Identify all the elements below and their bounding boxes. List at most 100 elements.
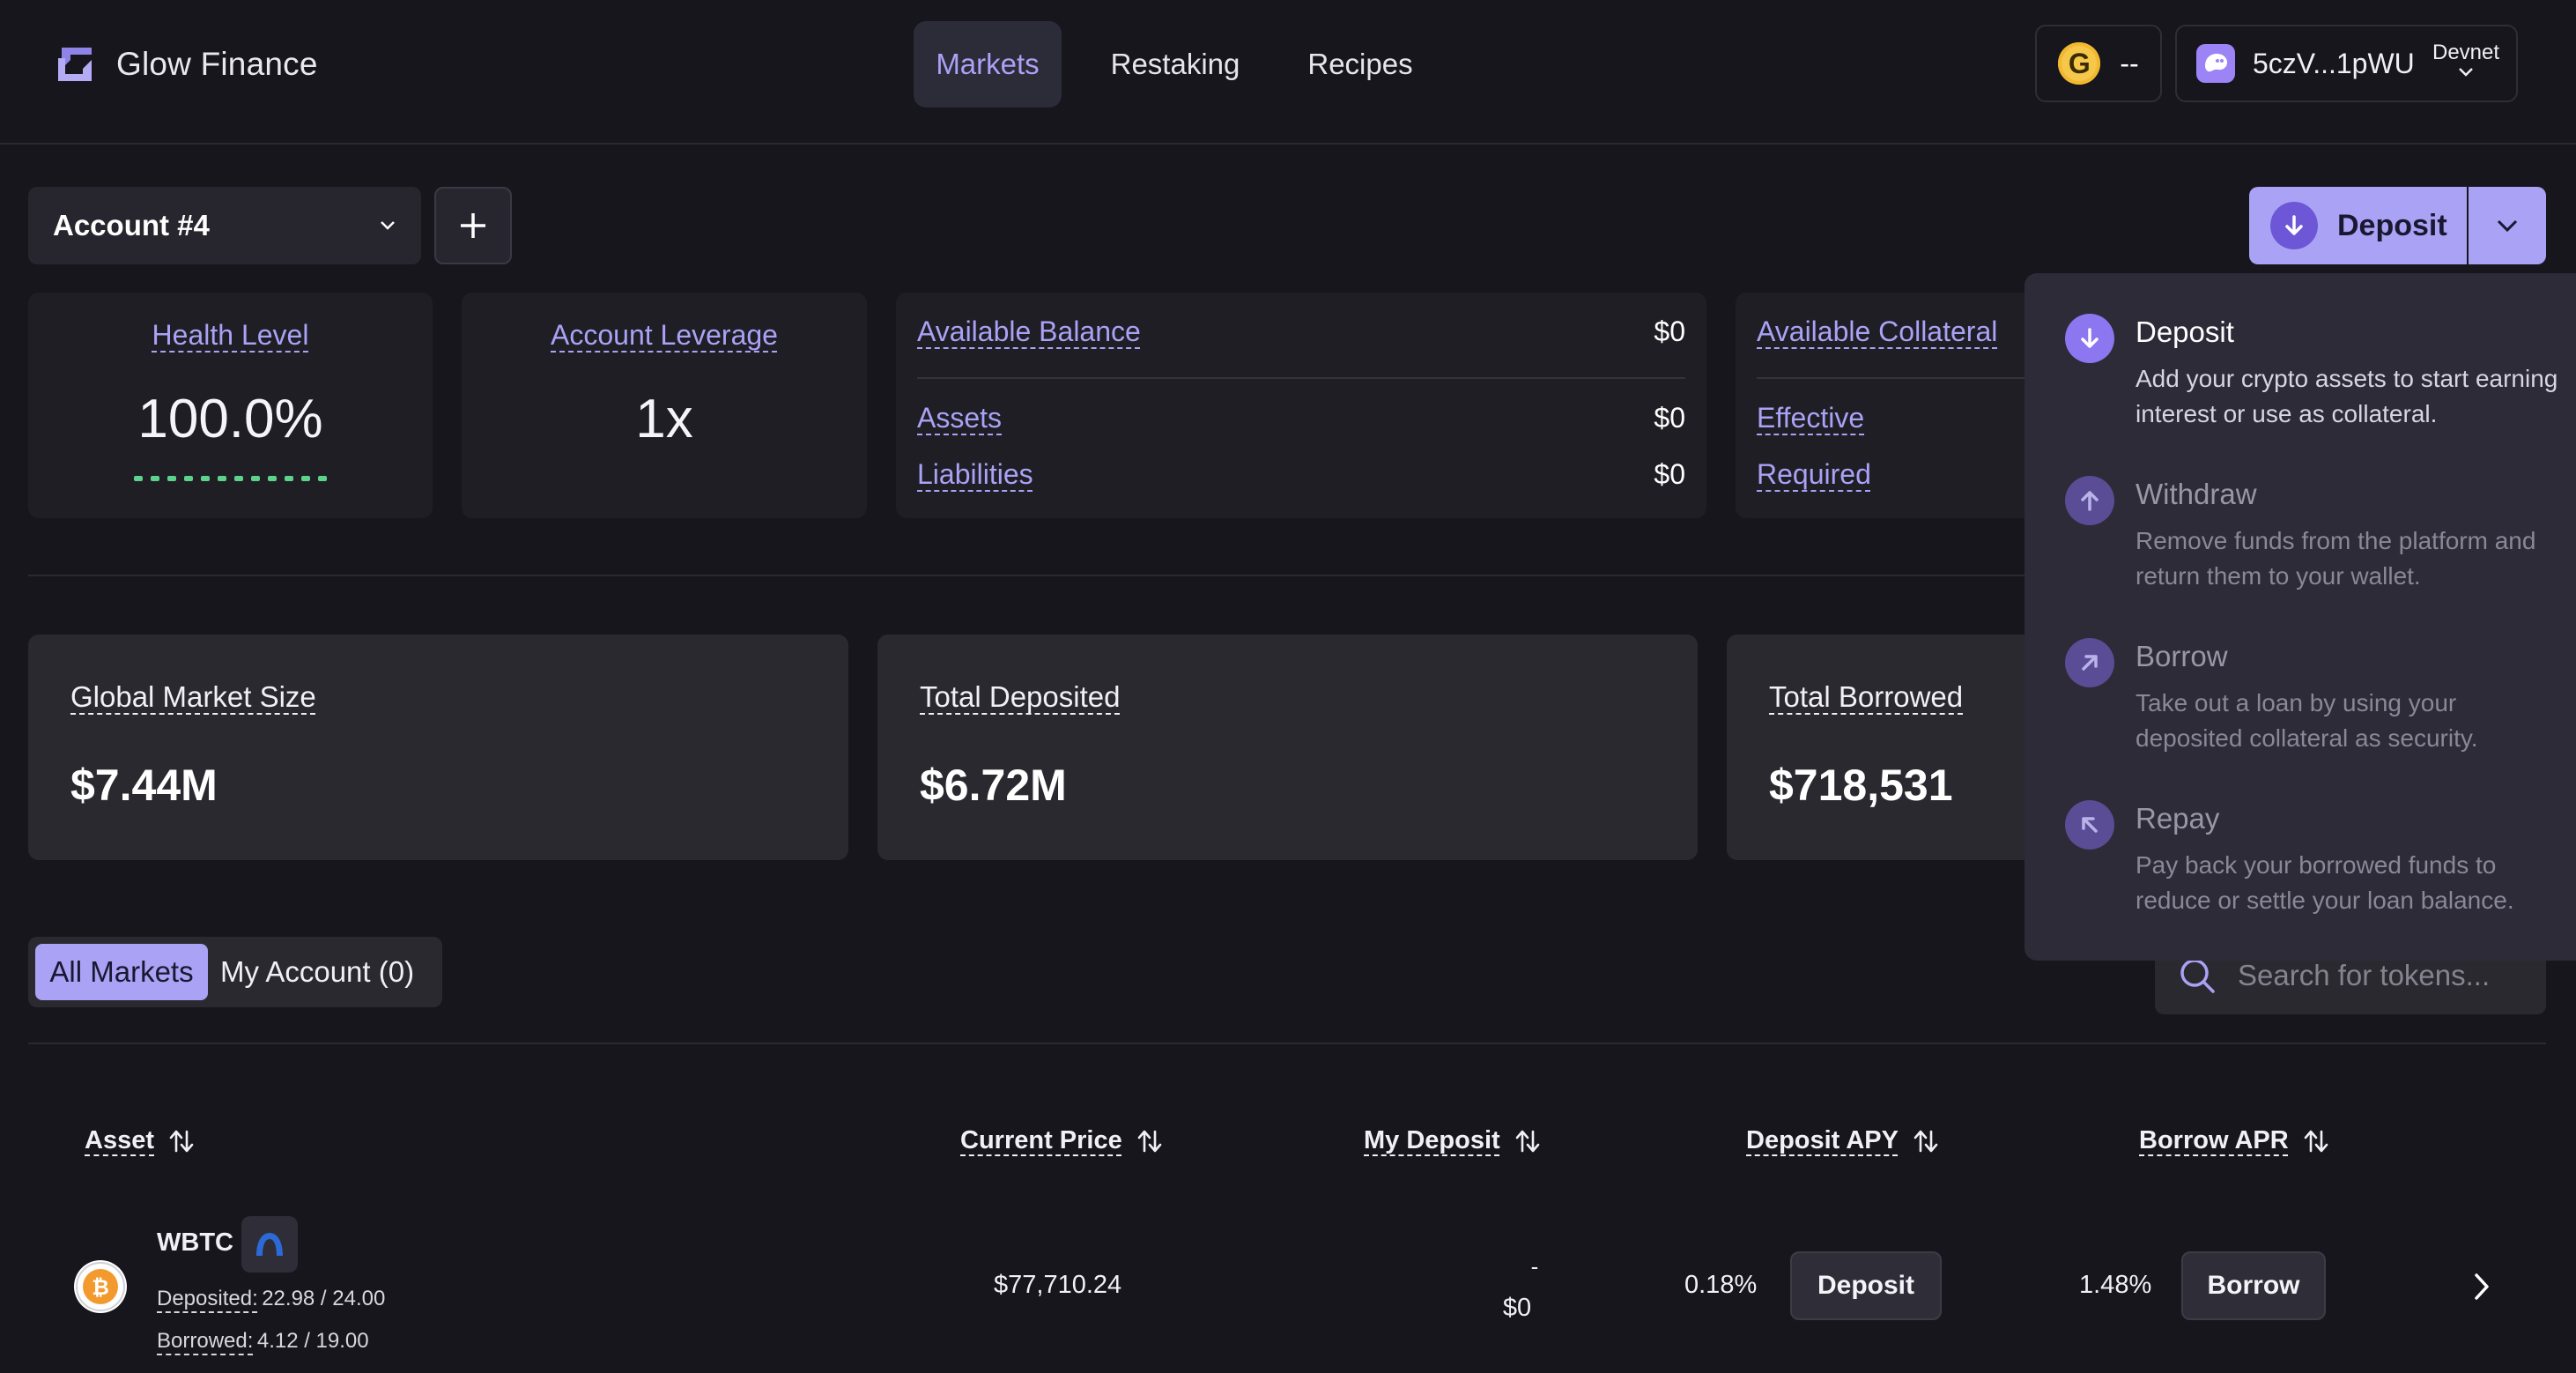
- assets-label[interactable]: Assets: [917, 402, 1002, 434]
- required-label[interactable]: Required: [1757, 458, 1871, 491]
- network-selector[interactable]: Devnet: [2432, 41, 2499, 78]
- total-deposited-value: $6.72M: [920, 761, 1067, 810]
- menu-item-withdraw[interactable]: Withdraw Remove funds from the platform …: [2065, 476, 2558, 608]
- column-header-current-price[interactable]: Current Price: [960, 1126, 1163, 1155]
- nav-tab-restaking[interactable]: Restaking: [1092, 21, 1258, 108]
- current-price: $77,710.24: [994, 1271, 1122, 1299]
- deposited-value: 22.98 / 24.00: [262, 1287, 386, 1310]
- menu-item-title: Withdraw: [2136, 478, 2257, 510]
- available-collateral-label[interactable]: Available Collateral: [1757, 315, 1997, 348]
- row-borrow-button[interactable]: Borrow: [2181, 1251, 2326, 1320]
- deposit-apy: 0.18%: [1684, 1271, 1758, 1299]
- protocol-icon: [256, 1233, 283, 1256]
- account-leverage-card: Account Leverage 1x: [462, 293, 867, 518]
- wbtc-token-icon: ₿: [74, 1260, 127, 1313]
- deposit-menu-toggle[interactable]: [2469, 187, 2546, 264]
- global-market-size-value: $7.44M: [70, 761, 218, 810]
- account-selector-label: Account #4: [53, 209, 210, 241]
- chevron-down-icon: [2459, 68, 2473, 77]
- search-icon: [2180, 959, 2215, 993]
- borrow-apr: 1.48%: [2079, 1271, 2152, 1299]
- deposit-button-label: Deposit: [2337, 208, 2447, 242]
- borrowed-label: Borrowed:: [157, 1329, 254, 1353]
- menu-item-title: Borrow: [2136, 640, 2228, 672]
- account-leverage-label[interactable]: Account Leverage: [462, 319, 867, 352]
- deposit-button[interactable]: Deposit: [2249, 187, 2467, 264]
- app-name: Glow Finance: [116, 46, 318, 82]
- chevron-down-icon: [381, 221, 395, 230]
- total-borrowed-value: $718,531: [1769, 761, 1953, 810]
- available-balance-value: $0: [1654, 315, 1685, 347]
- menu-item-deposit[interactable]: Deposit Add your crypto assets to start …: [2065, 314, 2558, 446]
- menu-item-description: Take out a loan by using your deposited …: [2136, 689, 2478, 752]
- sort-icon: [1913, 1130, 1938, 1152]
- global-market-size-label[interactable]: Global Market Size: [70, 680, 316, 714]
- column-header-price-label: Current Price: [960, 1126, 1122, 1154]
- chevron-down-icon: [2497, 219, 2518, 233]
- assets-value: $0: [1654, 402, 1685, 434]
- menu-item-description: Add your crypto assets to start earning …: [2136, 365, 2558, 427]
- menu-item-repay[interactable]: Repay Pay back your borrowed funds to re…: [2065, 800, 2558, 932]
- health-level-label[interactable]: Health Level: [28, 319, 433, 352]
- account-leverage-value: 1x: [635, 389, 693, 449]
- menu-item-title: Repay: [2136, 802, 2220, 835]
- tab-all-markets[interactable]: All Markets: [35, 944, 208, 1000]
- glow-coin-icon: G: [2058, 42, 2101, 85]
- borrowed-value: 4.12 / 19.00: [256, 1329, 369, 1353]
- effective-label[interactable]: Effective: [1757, 402, 1864, 434]
- column-header-borrow-apr[interactable]: Borrow APR: [2139, 1126, 2329, 1155]
- menu-item-borrow[interactable]: Borrow Take out a loan by using your dep…: [2065, 638, 2558, 770]
- account-selector[interactable]: Account #4: [28, 187, 421, 264]
- section-divider: [28, 1043, 2546, 1044]
- menu-item-description: Remove funds from the platform and retur…: [2136, 527, 2536, 590]
- network-label: Devnet: [2432, 41, 2500, 64]
- sort-icon: [1137, 1130, 1162, 1152]
- total-deposited-card: Total Deposited $6.72M: [877, 635, 1698, 860]
- glow-token-balance-button[interactable]: G --: [2035, 25, 2162, 102]
- column-header-deposit-apy[interactable]: Deposit APY: [1746, 1126, 1939, 1155]
- health-level-value: 100.0%: [137, 389, 323, 449]
- column-header-my-deposit[interactable]: My Deposit: [1364, 1126, 1541, 1155]
- tab-my-account[interactable]: My Account (0): [220, 944, 414, 1000]
- arrow-down-icon: [2270, 202, 2318, 249]
- deposited-label: Deposited:: [157, 1287, 258, 1310]
- arrow-down-icon: [2065, 314, 2114, 363]
- wallet-address: 5czV...1pWU: [2253, 47, 2415, 79]
- liabilities-value: $0: [1654, 458, 1685, 490]
- sort-icon: [169, 1130, 194, 1152]
- asset-symbol: WBTC: [157, 1228, 233, 1257]
- sort-icon: [1515, 1130, 1539, 1152]
- column-header-asset[interactable]: Asset: [85, 1126, 195, 1155]
- total-borrowed-label[interactable]: Total Borrowed: [1769, 680, 1963, 714]
- column-header-asset-label: Asset: [85, 1126, 154, 1154]
- available-balance-label[interactable]: Available Balance: [917, 315, 1141, 348]
- search-input[interactable]: [2238, 959, 2502, 992]
- arrow-up-right-icon: [2065, 638, 2114, 687]
- row-deposit-button[interactable]: Deposit: [1790, 1251, 1942, 1320]
- arrow-up-icon: [2065, 476, 2114, 525]
- app-logo[interactable]: Glow Finance: [53, 42, 318, 86]
- arrow-up-left-icon: [2065, 800, 2114, 850]
- menu-item-title: Deposit: [2136, 315, 2234, 348]
- wallet-button[interactable]: 5czV...1pWU Devnet: [2175, 25, 2518, 102]
- nav-tab-recipes[interactable]: Recipes: [1286, 21, 1434, 108]
- column-header-deposit-apy-label: Deposit APY: [1746, 1126, 1899, 1154]
- liabilities-label[interactable]: Liabilities: [917, 458, 1033, 491]
- plus-icon: [461, 213, 485, 238]
- add-account-button[interactable]: [434, 187, 512, 264]
- nav-tab-markets[interactable]: Markets: [914, 21, 1062, 108]
- chevron-right-icon[interactable]: [2469, 1271, 2495, 1302]
- my-deposit-usd: $0: [1502, 1294, 1532, 1322]
- column-header-borrow-apr-label: Borrow APR: [2139, 1126, 2289, 1154]
- table-row[interactable]: ₿ WBTC Deposited: 22.98 / 24.00 Borrowed…: [28, 1207, 2546, 1373]
- column-header-my-deposit-label: My Deposit: [1364, 1126, 1500, 1154]
- token-balance: --: [2120, 47, 2139, 79]
- my-deposit-amount: -: [1530, 1253, 1539, 1280]
- menu-item-description: Pay back your borrowed funds to reduce o…: [2136, 851, 2514, 914]
- protocol-badge: [241, 1216, 298, 1273]
- svg-text:₿: ₿: [92, 1275, 109, 1300]
- available-balance-card: Available Balance $0 Assets $0 Liabiliti…: [896, 293, 1706, 518]
- sort-icon: [2304, 1130, 2328, 1152]
- health-level-card: Health Level 100.0%: [28, 293, 433, 518]
- total-deposited-label[interactable]: Total Deposited: [920, 680, 1120, 714]
